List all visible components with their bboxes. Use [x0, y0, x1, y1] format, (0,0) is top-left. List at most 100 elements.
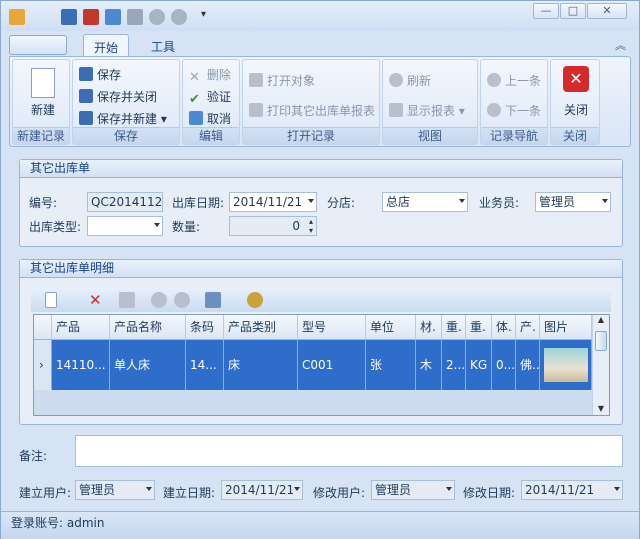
table-cell[interactable]: 床	[224, 340, 298, 390]
column-header[interactable]: 产品	[52, 315, 110, 340]
minimize-button[interactable]: —	[533, 3, 559, 19]
column-header[interactable]: 体.	[492, 315, 516, 340]
product-image[interactable]	[540, 340, 592, 390]
table-cell[interactable]: 0...	[492, 340, 516, 390]
chevron-down-icon[interactable]	[459, 199, 465, 203]
delete-icon[interactable]: ✕	[89, 291, 105, 309]
column-header[interactable]: 产.	[516, 315, 540, 340]
save-new-button[interactable]: 保存并新建 ▾	[79, 109, 167, 129]
table-cell[interactable]: C001	[298, 340, 366, 390]
close-button[interactable]: ✕	[587, 3, 627, 19]
panel-title: 其它出库单	[20, 160, 622, 178]
scroll-thumb[interactable]	[595, 331, 607, 351]
table-cell[interactable]: 14110...	[52, 340, 110, 390]
search-icon[interactable]	[247, 292, 263, 308]
app-menu-button[interactable]	[9, 35, 67, 55]
column-header[interactable]: 产品名称	[110, 315, 186, 340]
next-record-button[interactable]: 下一条	[487, 101, 541, 121]
list-icon[interactable]	[119, 292, 135, 308]
chevron-down-icon[interactable]	[154, 223, 160, 227]
new-document-icon	[31, 68, 55, 98]
column-header[interactable]: 材.	[416, 315, 442, 340]
column-header[interactable]: 图片	[540, 315, 592, 340]
save-button[interactable]: 保存	[79, 65, 121, 85]
maximize-button[interactable]: □	[560, 3, 586, 19]
scroll-down-arrow[interactable]: ▼	[593, 404, 609, 413]
modified-by-field[interactable]: 管理员	[371, 480, 455, 500]
column-header[interactable]: 重.	[442, 315, 466, 340]
table-cell[interactable]: 木	[416, 340, 442, 390]
delete-button[interactable]: ✕ 删除	[189, 65, 231, 85]
date-field[interactable]: 2014/11/21	[229, 192, 317, 212]
table-cell[interactable]: 2...	[442, 340, 466, 390]
column-header[interactable]: 产品类别	[224, 315, 298, 340]
table-cell[interactable]: 单人床	[110, 340, 186, 390]
chevron-down-icon[interactable]	[146, 487, 152, 491]
spin-icon[interactable]: ▴ ▾	[309, 217, 313, 235]
collapse-ribbon-icon[interactable]: ︽	[615, 37, 626, 53]
panel-title: 其它出库单明细	[20, 260, 622, 278]
validate-button[interactable]: ✔ 验证	[189, 87, 231, 107]
number-label: 编号:	[29, 196, 58, 210]
down-icon[interactable]	[171, 9, 187, 25]
close-red-icon: ✕	[563, 66, 589, 92]
chevron-down-icon[interactable]	[446, 487, 452, 491]
notes-field[interactable]	[75, 435, 623, 467]
type-select[interactable]	[87, 216, 163, 236]
chevron-down-icon[interactable]	[294, 487, 300, 491]
customize-icon[interactable]: ▾	[201, 9, 217, 25]
column-header[interactable]: 重.	[466, 315, 492, 340]
table-cell[interactable]: 张	[366, 340, 416, 390]
chevron-down-icon[interactable]	[602, 199, 608, 203]
modified-date-field[interactable]: 2014/11/21	[521, 480, 623, 500]
open-object-button[interactable]: 打开对象	[249, 71, 315, 91]
group-label: 保存	[73, 127, 179, 144]
created-by-field[interactable]: 管理员	[75, 480, 155, 500]
column-header[interactable]: 条码	[186, 315, 224, 340]
group-label: 关闭	[551, 127, 599, 144]
print-icon[interactable]	[205, 292, 221, 308]
table-cell[interactable]: 14...	[186, 340, 224, 390]
number-field[interactable]: QC20141121	[87, 192, 163, 212]
new-button[interactable]: 新建	[31, 100, 55, 120]
show-report-button[interactable]: 显示报表 ▾	[389, 101, 465, 121]
close-form-button[interactable]: 关闭	[564, 100, 588, 120]
table-cell[interactable]: KG	[466, 340, 492, 390]
column-header[interactable]: 单位	[366, 315, 416, 340]
refresh-button[interactable]: 刷新	[389, 71, 431, 91]
report-icon	[389, 103, 403, 117]
group-navigation: 上一条 下一条 记录导航	[480, 59, 548, 145]
home-icon[interactable]	[9, 9, 25, 25]
created-date-field[interactable]: 2014/11/21	[221, 480, 303, 500]
save-icon[interactable]	[61, 9, 77, 25]
undo-icon[interactable]	[105, 9, 121, 25]
created-by-label: 建立用户:	[19, 486, 72, 500]
down-icon[interactable]	[174, 292, 190, 308]
tab-tools[interactable]: 工具	[141, 34, 185, 56]
row-selector[interactable]: ›	[34, 340, 52, 390]
qty-label: 数量:	[172, 220, 201, 234]
scroll-up-arrow[interactable]: ▲	[593, 315, 609, 329]
previous-record-button[interactable]: 上一条	[487, 71, 541, 91]
up-icon	[487, 73, 501, 87]
table-cell[interactable]: 佛..	[516, 340, 540, 390]
up-icon[interactable]	[151, 292, 167, 308]
down-icon	[487, 103, 501, 117]
new-document-icon[interactable]	[45, 292, 57, 308]
qty-field[interactable]: 0 ▴ ▾	[229, 216, 317, 236]
save-close-button[interactable]: 保存并关闭	[79, 87, 157, 107]
chevron-down-icon[interactable]	[614, 487, 620, 491]
save-close-icon[interactable]	[83, 9, 99, 25]
modified-date-label: 修改日期:	[463, 486, 516, 500]
redo-icon[interactable]	[127, 9, 143, 25]
clerk-select[interactable]: 管理员	[535, 192, 611, 212]
cancel-button[interactable]: 取消	[189, 109, 231, 129]
store-select[interactable]: 总店	[382, 192, 468, 212]
print-report-button[interactable]: 打印其它出库单报表	[249, 101, 375, 121]
vertical-scrollbar[interactable]: ▲ ▼	[592, 315, 609, 415]
column-header[interactable]: 型号	[298, 315, 366, 340]
date-label: 出库日期:	[172, 196, 225, 210]
tab-start[interactable]: 开始	[83, 34, 130, 56]
up-icon[interactable]	[149, 9, 165, 25]
chevron-down-icon[interactable]	[308, 199, 314, 203]
